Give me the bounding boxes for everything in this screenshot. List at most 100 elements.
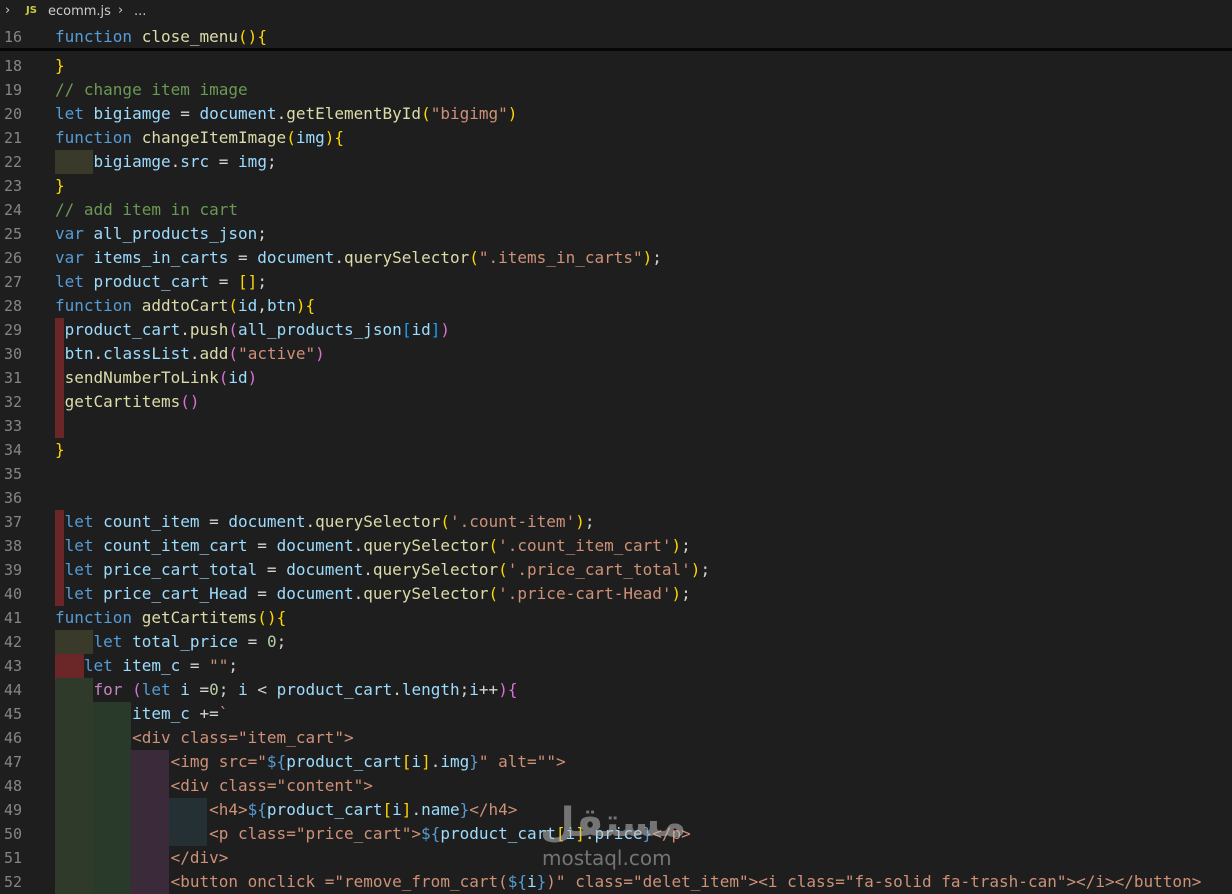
code-text: btn.classList.add("active") [55, 342, 325, 366]
line-number: 45 [4, 705, 23, 723]
chevron-right-icon[interactable]: › [5, 3, 10, 18]
code-line[interactable]: 20 let bigiamge = document.getElementById… [0, 102, 1232, 126]
code-token: id [228, 368, 248, 387]
line-number: 24 [4, 201, 23, 219]
code-line[interactable]: 44 for (let i =0; i < product_cart.lengt… [0, 678, 1232, 702]
sticky-scroll-line[interactable]: 16 function close_menu(){ [0, 25, 1232, 49]
code-line[interactable]: 23} [0, 174, 1232, 198]
code-token: product_cart [266, 800, 383, 819]
code-token: ) [671, 536, 682, 555]
line-number: 47 [4, 753, 23, 771]
code-token: ; [652, 248, 662, 267]
code-token: [ [238, 272, 248, 291]
code-line[interactable]: 39 let price_cart_total = document.query… [0, 558, 1232, 582]
code-token: = [247, 632, 267, 651]
code-token: addtoCart [132, 296, 229, 315]
code-line[interactable]: 22 bigiamge.src = img; [0, 150, 1232, 174]
code-line[interactable]: 46 <div class="item_cart"> [0, 726, 1232, 750]
code-line[interactable]: 30 btn.classList.add("active") [0, 342, 1232, 366]
code-line[interactable]: 27 let product_cart = []; [0, 270, 1232, 294]
line-number: 36 [4, 489, 23, 507]
code-token: img [295, 128, 325, 147]
line-number: 20 [4, 105, 23, 123]
code-token: . [93, 344, 104, 363]
code-token: i [238, 680, 248, 699]
code-token: ++ [478, 680, 499, 699]
code-token: [ [382, 800, 393, 819]
code-line[interactable]: 43 let item_c = ""; [0, 654, 1232, 678]
breadcrumb-symbol[interactable]: ... [134, 4, 146, 19]
code-line[interactable]: 26 var items_in_carts = document.querySel… [0, 246, 1232, 270]
code-line[interactable]: 47 <img src="${product_cart[i].img}" alt… [0, 750, 1232, 774]
code-token: ${ [421, 824, 441, 843]
code-token: ${ [507, 872, 528, 891]
code-token: let [55, 560, 94, 579]
code-token: total_price [122, 632, 248, 651]
code-text: let bigiamge = document.getElementById("… [55, 102, 517, 126]
code-token: ; [218, 680, 239, 699]
code-line[interactable]: 28 function addtoCart(id,btn){ [0, 294, 1232, 318]
code-line[interactable]: 19 // change item image [0, 78, 1232, 102]
code-text: product_cart.push(all_products_json[id]) [55, 318, 450, 342]
code-token: let [55, 584, 94, 603]
code-token: ( [228, 320, 239, 339]
code-text: getCartitems() [55, 390, 200, 414]
code-text: let product_cart = []; [55, 270, 267, 294]
code-token: getCartitems [132, 608, 258, 627]
code-token: ".items_in_carts" [478, 248, 643, 267]
code-line[interactable]: 29 product_cart.push(all_products_json[i… [0, 318, 1232, 342]
code-token: close_menu [132, 27, 239, 46]
code-text: <h4>${product_cart[i].name}</h4> [55, 798, 517, 822]
code-token: = [189, 656, 210, 675]
breadcrumb-file[interactable]: ecomm.js [48, 4, 111, 19]
code-token: product_cart [83, 272, 219, 291]
code-line[interactable]: 42 let total_price = 0; [0, 630, 1232, 654]
line-number: 21 [4, 129, 23, 147]
code-editor[interactable]: 16 function close_menu(){ 18} 19// change i… [0, 0, 1232, 894]
code-line[interactable]: 37 let count_item = document.querySelect… [0, 510, 1232, 534]
code-line[interactable]: 36 [0, 486, 1232, 510]
code-line[interactable]: 24 // add item in cart [0, 198, 1232, 222]
code-token: . [180, 320, 190, 339]
code-line[interactable]: 38 let count_item_cart = document.queryS… [0, 534, 1232, 558]
code-token: . [305, 512, 316, 531]
code-token: count_item_cart [93, 536, 258, 555]
code-token: ) [690, 560, 701, 579]
code-token: = [209, 512, 229, 531]
code-line[interactable]: 35 [0, 462, 1232, 486]
code-token: item_c [55, 704, 200, 723]
code-line[interactable]: 41 function getCartitems(){ [0, 606, 1232, 630]
code-token: [ [401, 320, 412, 339]
code-line[interactable]: 48 <div class="content"> [0, 774, 1232, 798]
line-number: 31 [4, 369, 23, 387]
code-text: bigiamge.src = img; [55, 150, 277, 174]
code-token: . [392, 680, 402, 699]
code-text: function changeItemImage(img){ [55, 126, 344, 150]
code-token: . [334, 248, 344, 267]
code-token: all_products_json [83, 224, 258, 243]
code-token: ${ [247, 800, 267, 819]
code-line[interactable]: 40 let price_cart_Head = document.queryS… [0, 582, 1232, 606]
code-token: ) [575, 512, 585, 531]
code-line[interactable]: 31 sendNumberToLink(id) [0, 366, 1232, 390]
code-line[interactable]: 18} [0, 54, 1232, 78]
code-line[interactable]: 25 var all_products_json; [0, 222, 1232, 246]
code-token: ( [488, 536, 499, 555]
code-text: function getCartitems(){ [55, 606, 286, 630]
code-line[interactable]: 32 getCartitems() [0, 390, 1232, 414]
code-token: . [170, 152, 181, 171]
code-text: var items_in_carts = document.querySelec… [55, 246, 662, 270]
code-token: { [276, 608, 287, 627]
code-token: ] [421, 752, 431, 771]
code-line[interactable]: 34} [0, 438, 1232, 462]
code-line[interactable]: 45 item_c +=` [0, 702, 1232, 726]
code-token: for [55, 680, 123, 699]
code-line[interactable]: 21 function changeItemImage(img){ [0, 126, 1232, 150]
code-token: ) [324, 128, 335, 147]
code-token: bigiamge [55, 152, 171, 171]
chevron-right-icon: › [118, 3, 124, 18]
code-line[interactable]: 33 [0, 414, 1232, 438]
code-token: document [228, 512, 306, 531]
code-token: img [440, 752, 470, 771]
code-token: { [305, 296, 316, 315]
